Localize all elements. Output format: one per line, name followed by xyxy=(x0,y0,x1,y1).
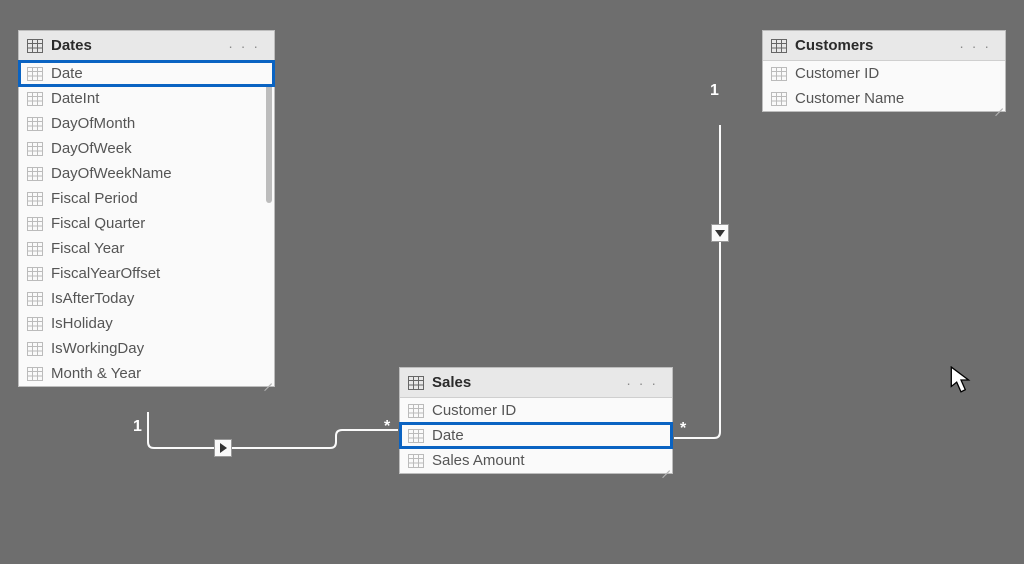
field-row[interactable]: Sales Amount xyxy=(400,448,672,473)
column-icon xyxy=(27,367,43,381)
field-label: Fiscal Quarter xyxy=(51,215,145,232)
field-label: Customer ID xyxy=(795,65,879,82)
column-icon xyxy=(408,454,424,468)
chevron-down-icon xyxy=(715,230,725,237)
relationship-direction-dates-sales[interactable] xyxy=(214,439,232,457)
field-row[interactable]: Fiscal Period xyxy=(19,186,274,211)
field-row[interactable]: Date xyxy=(19,61,274,86)
field-row[interactable]: IsWorkingDay xyxy=(19,336,274,361)
table-header-dates[interactable]: Dates · · · xyxy=(19,31,274,61)
table-menu-button[interactable]: · · · xyxy=(955,38,995,54)
table-menu-button[interactable]: · · · xyxy=(622,375,662,391)
table-icon xyxy=(27,39,43,53)
field-label: DayOfMonth xyxy=(51,115,135,132)
field-label: DayOfWeek xyxy=(51,140,132,157)
table-dates[interactable]: Dates · · · Date DateInt DayOfMonth DayOfWe… xyxy=(18,30,275,387)
field-label: Sales Amount xyxy=(432,452,525,469)
column-icon xyxy=(27,67,43,81)
cardinality-customers: 1 xyxy=(710,82,719,100)
table-customers[interactable]: Customers · · · Customer ID Customer Name xyxy=(762,30,1006,112)
field-label: DateInt xyxy=(51,90,99,107)
field-label: Customer ID xyxy=(432,402,516,419)
resize-handle[interactable] xyxy=(262,374,272,384)
column-icon xyxy=(27,117,43,131)
column-icon xyxy=(27,217,43,231)
column-icon xyxy=(27,167,43,181)
field-label: FiscalYearOffset xyxy=(51,265,160,282)
table-title: Customers xyxy=(795,37,955,54)
field-list-customers: Customer ID Customer Name xyxy=(763,61,1005,111)
column-icon xyxy=(27,342,43,356)
field-label: Date xyxy=(432,427,464,444)
column-icon xyxy=(27,242,43,256)
field-row[interactable]: DateInt xyxy=(19,86,274,111)
field-label: Fiscal Year xyxy=(51,240,124,257)
cardinality-sales-left: * xyxy=(384,418,390,436)
column-icon xyxy=(408,429,424,443)
column-icon xyxy=(27,92,43,106)
field-row[interactable]: FiscalYearOffset xyxy=(19,261,274,286)
column-icon xyxy=(27,292,43,306)
chevron-right-icon xyxy=(220,443,227,453)
field-label: Customer Name xyxy=(795,90,904,107)
table-title: Sales xyxy=(432,374,622,391)
field-list-sales: Customer ID Date Sales Amount xyxy=(400,398,672,473)
table-icon xyxy=(771,39,787,53)
field-row[interactable]: Customer ID xyxy=(763,61,1005,86)
field-row[interactable]: Month & Year xyxy=(19,361,274,386)
relationship-direction-customers-sales[interactable] xyxy=(711,224,729,242)
resize-handle[interactable] xyxy=(993,99,1003,109)
cardinality-sales-right: * xyxy=(680,420,686,438)
table-menu-button[interactable]: · · · xyxy=(224,38,264,54)
column-icon xyxy=(27,142,43,156)
cardinality-dates: 1 xyxy=(133,418,142,436)
column-icon xyxy=(771,67,787,81)
column-icon xyxy=(771,92,787,106)
field-label: Month & Year xyxy=(51,365,141,382)
mouse-cursor xyxy=(950,366,972,394)
table-header-customers[interactable]: Customers · · · xyxy=(763,31,1005,61)
field-label: Fiscal Period xyxy=(51,190,138,207)
field-row[interactable]: Fiscal Year xyxy=(19,236,274,261)
column-icon xyxy=(27,317,43,331)
field-row[interactable]: IsHoliday xyxy=(19,311,274,336)
field-label: Date xyxy=(51,65,83,82)
field-row[interactable]: DayOfWeekName xyxy=(19,161,274,186)
field-label: IsWorkingDay xyxy=(51,340,144,357)
field-row[interactable]: DayOfWeek xyxy=(19,136,274,161)
table-icon xyxy=(408,376,424,390)
field-row[interactable]: IsAfterToday xyxy=(19,286,274,311)
field-row[interactable]: Customer Name xyxy=(763,86,1005,111)
field-row[interactable]: DayOfMonth xyxy=(19,111,274,136)
resize-handle[interactable] xyxy=(660,461,670,471)
column-icon xyxy=(408,404,424,418)
table-sales[interactable]: Sales · · · Customer ID Date Sales Amount xyxy=(399,367,673,474)
field-row[interactable]: Date xyxy=(400,423,672,448)
column-icon xyxy=(27,192,43,206)
field-label: DayOfWeekName xyxy=(51,165,172,182)
field-label: IsHoliday xyxy=(51,315,113,332)
field-row[interactable]: Customer ID xyxy=(400,398,672,423)
table-title: Dates xyxy=(51,37,224,54)
field-list-dates: Date DateInt DayOfMonth DayOfWeek DayOfWeekN… xyxy=(19,61,274,386)
table-header-sales[interactable]: Sales · · · xyxy=(400,368,672,398)
field-label: IsAfterToday xyxy=(51,290,134,307)
column-icon xyxy=(27,267,43,281)
field-row[interactable]: Fiscal Quarter xyxy=(19,211,274,236)
